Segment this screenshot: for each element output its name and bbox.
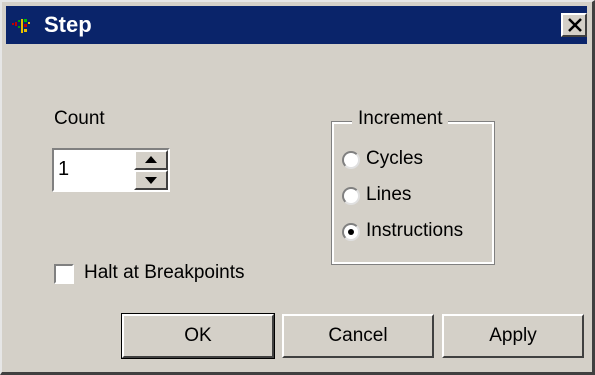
increment-group-label: Increment bbox=[352, 108, 449, 130]
radio-label-instructions: Instructions bbox=[366, 220, 464, 241]
close-button[interactable] bbox=[561, 13, 587, 37]
ok-button[interactable]: OK bbox=[121, 313, 275, 359]
apply-button[interactable]: Apply bbox=[442, 314, 584, 358]
radio-button[interactable] bbox=[342, 187, 360, 205]
halt-at-breakpoints-label: Halt at Breakpoints bbox=[84, 262, 245, 283]
title-bar[interactable]: Step bbox=[6, 6, 587, 44]
step-app-icon bbox=[12, 19, 30, 33]
halt-at-breakpoints-checkbox[interactable] bbox=[54, 264, 74, 284]
count-decrement-button[interactable] bbox=[134, 170, 168, 190]
cancel-button-label: Cancel bbox=[328, 325, 388, 346]
count-increment-button[interactable] bbox=[134, 150, 168, 170]
radio-selected-dot bbox=[348, 229, 354, 235]
cancel-button[interactable]: Cancel bbox=[282, 314, 434, 358]
ok-button-label: OK bbox=[184, 325, 212, 346]
count-input[interactable] bbox=[58, 154, 138, 184]
radio-label-cycles: Cycles bbox=[366, 148, 424, 169]
radio-button[interactable] bbox=[342, 151, 360, 169]
spin-up-arrow-icon bbox=[145, 156, 157, 163]
apply-button-label: Apply bbox=[489, 325, 537, 346]
radio-button-selected[interactable] bbox=[342, 223, 360, 241]
step-dialog: Step Count Increment Cycles Lines Instru… bbox=[0, 0, 595, 375]
window-title: Step bbox=[44, 12, 92, 37]
radio-label-lines: Lines bbox=[366, 184, 412, 205]
spin-down-arrow-icon bbox=[145, 177, 157, 184]
count-label: Count bbox=[54, 108, 105, 129]
close-icon bbox=[568, 18, 582, 32]
